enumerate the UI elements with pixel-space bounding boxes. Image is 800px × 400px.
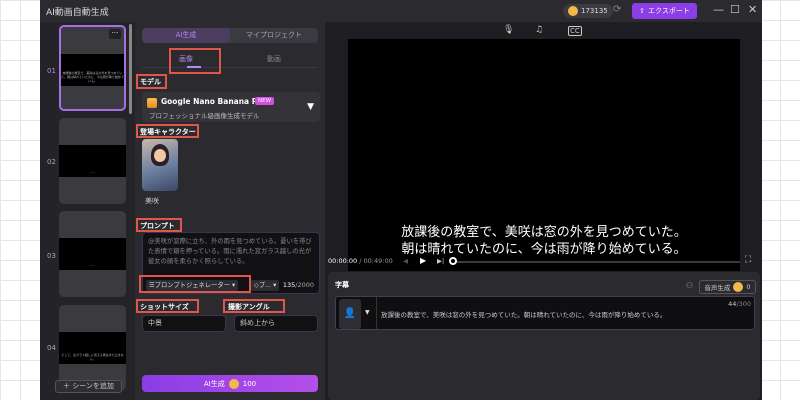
- character-image[interactable]: [142, 139, 178, 191]
- scene-caption: そして、窓ガラス越しに見える雨はまだ止まない。: [61, 353, 124, 361]
- scene-card[interactable]: そして、窓ガラス越しに見える雨はまだ止まない。: [59, 305, 126, 391]
- add-scene-label: シーンを追加: [72, 382, 114, 390]
- model-label: モデル: [140, 78, 161, 86]
- close-icon[interactable]: ✕: [748, 3, 757, 16]
- maximize-icon[interactable]: ☐: [730, 3, 740, 16]
- generate-label: AI生成: [203, 379, 225, 388]
- scene-card[interactable]: ……: [59, 211, 126, 297]
- previous-icon[interactable]: ◀: [403, 257, 408, 265]
- music-icon[interactable]: ♫: [535, 25, 543, 35]
- tab-ai-generate[interactable]: AI生成: [142, 28, 230, 43]
- speaker-avatar[interactable]: 👤: [339, 299, 361, 329]
- minimize-icon[interactable]: —: [713, 3, 724, 16]
- upload-icon: ⇧: [639, 7, 646, 15]
- style-label: プ...: [258, 282, 272, 289]
- scene-number: 04: [47, 344, 56, 352]
- shot-size-label: ショットサイズ: [140, 303, 189, 311]
- chevron-down-icon: ▼: [307, 102, 314, 112]
- shot-size-field[interactable]: 中景: [142, 315, 226, 332]
- ai-generate-button[interactable]: AI生成 100: [142, 375, 318, 392]
- voice-person-icon[interactable]: ⚇: [686, 281, 693, 290]
- video-player[interactable]: 放課後の教室で、美咲は窓の外を見つめていた。 朝は晴れていたのに、今は雨が降り始め…: [348, 39, 740, 271]
- prompt-text: @美咲が窓際に立ち、外の雨を見つめている。憂いを帯びた表情で頬を押っている。雨に…: [148, 238, 312, 265]
- scene-caption: 放課後の教室で、美咲は窓の外を見つめていた。朝は晴れていたのに、今は雨が降り始め…: [61, 71, 124, 83]
- caption-panel: 字幕 ⚇ 音声生成 0 👤 ▼ 放課後の教室で、美咲は窓の外を見つめていた。朝は晴…: [328, 272, 760, 400]
- generation-panel: AI生成 マイプロジェクト 画像 動画 モデル Google Nano Bana…: [135, 22, 325, 400]
- voice-generate-button[interactable]: 音声生成 0: [699, 280, 756, 294]
- style-button[interactable]: ◇プ... ▾: [251, 280, 280, 291]
- voice-cost: 0: [746, 283, 751, 291]
- scene-caption: ……: [89, 263, 96, 267]
- playhead[interactable]: [449, 257, 457, 265]
- highlight-box: [169, 48, 221, 74]
- captions-label: 字幕: [335, 281, 349, 289]
- tab-video[interactable]: 動画: [230, 52, 318, 67]
- subtitle-line: 朝は晴れていたのに、今は雨が降り始めている。: [401, 242, 687, 257]
- model-name: Google Nano Banana Pro: [161, 97, 267, 106]
- app-window: AI動画自動生成 173135 ⟳ ⇧ エクスポート — ☐ ✕ 01 ··· 放課…: [40, 0, 762, 400]
- scene-number: 02: [47, 158, 56, 166]
- scene-card[interactable]: ··· 放課後の教室で、美咲は窓の外を見つめていた。朝は晴れていたのに、今は雨が降…: [59, 25, 126, 111]
- title-bar: AI動画自動生成 173135 ⟳ ⇧ エクスポート — ☐ ✕: [40, 0, 762, 22]
- mode-tabs: AI生成 マイプロジェクト: [142, 28, 318, 43]
- tab-my-project[interactable]: マイプロジェクト: [230, 28, 318, 43]
- more-icon[interactable]: ···: [109, 29, 121, 39]
- caption-text[interactable]: 放課後の教室で、美咲は窓の外を見つめていた。朝は晴れていたのに、今は雨が降り始め…: [381, 309, 666, 319]
- scene-card[interactable]: ……: [59, 118, 126, 204]
- caption-char-count: 44/300: [728, 300, 751, 308]
- refresh-icon[interactable]: ⟳: [613, 4, 621, 15]
- generate-cost: 100: [242, 379, 257, 388]
- microphone-icon[interactable]: 🎙: [503, 25, 514, 35]
- coin-icon: [733, 282, 744, 292]
- model-select[interactable]: Google Nano Banana Pro NEW プロフェッショナル級画像生…: [142, 92, 320, 122]
- character-label: 登場キャラクター: [140, 128, 196, 136]
- coin-icon: [228, 378, 239, 389]
- next-frame-icon[interactable]: ▶|: [437, 257, 444, 265]
- captions-icon[interactable]: CC: [568, 26, 582, 36]
- timeline-track[interactable]: [455, 261, 740, 263]
- caption-row[interactable]: 👤 ▼ 放課後の教室で、美咲は窓の外を見つめていた。朝は晴れていたのに、今は雨が…: [335, 296, 755, 330]
- scene-number: 01: [47, 67, 56, 75]
- add-scene-button[interactable]: ＋ シーンを追加: [55, 380, 122, 393]
- scene-caption: ……: [89, 170, 96, 174]
- app-title: AI動画自動生成: [46, 7, 109, 18]
- highlight-box: [139, 275, 251, 293]
- subtitle-line: 放課後の教室で、美咲は窓の外を見つめていた。: [401, 225, 687, 240]
- coin-icon: [568, 6, 578, 16]
- play-icon[interactable]: ▶: [420, 256, 426, 265]
- time-display: 00:00:00 / 00:49:00: [328, 257, 393, 265]
- chevron-down-icon[interactable]: ▼: [365, 309, 370, 316]
- fullscreen-icon[interactable]: ⛶: [745, 255, 751, 265]
- scrollbar[interactable]: [129, 24, 132, 114]
- preview-area: 🎙 ♫ CC 放課後の教室で、美咲は窓の外を見つめていた。 朝は晴れていたのに、今…: [325, 22, 762, 400]
- coin-count: 173135: [581, 7, 608, 15]
- camera-angle-field[interactable]: 斜め上から: [234, 315, 318, 332]
- new-badge: NEW: [255, 97, 275, 105]
- scene-list: 01 ··· 放課後の教室で、美咲は窓の外を見つめていた。朝は晴れていたのに、今は…: [40, 22, 135, 400]
- voice-label: 音声生成: [704, 284, 731, 292]
- character-name: 美咲: [145, 197, 159, 205]
- prompt-label: プロンプト: [140, 222, 175, 230]
- camera-angle-label: 撮影アングル: [228, 303, 270, 311]
- prompt-char-count: 135/2000: [282, 281, 314, 289]
- banana-icon: [147, 98, 157, 108]
- model-description: プロフェッショナル級画像生成モデル: [149, 112, 260, 120]
- scene-number: 03: [47, 252, 56, 260]
- coin-balance: 173135: [563, 4, 613, 18]
- export-button[interactable]: ⇧ エクスポート: [632, 3, 697, 19]
